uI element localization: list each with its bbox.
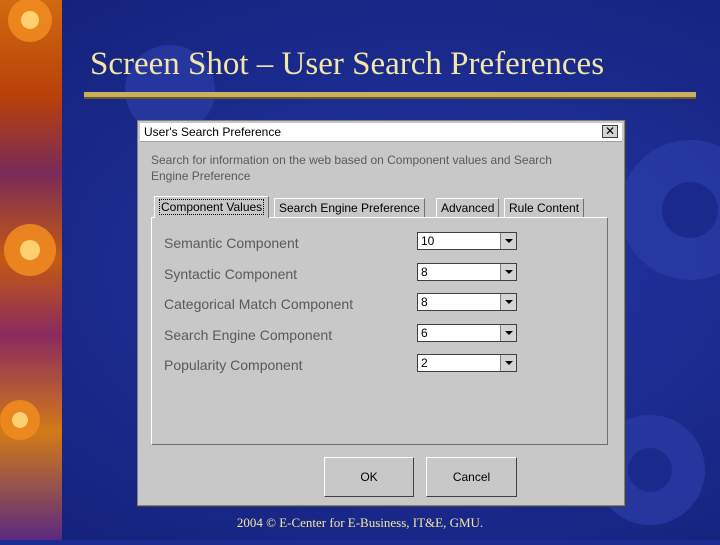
gear-strip bbox=[0, 0, 62, 540]
cancel-button[interactable]: Cancel bbox=[426, 457, 517, 497]
close-icon: ✕ bbox=[604, 124, 616, 138]
tab-advanced[interactable]: Advanced bbox=[436, 198, 500, 217]
syntactic-component-label: Syntactic Component bbox=[164, 266, 298, 282]
chevron-down-icon[interactable] bbox=[500, 325, 516, 341]
chevron-down-icon[interactable] bbox=[500, 233, 516, 249]
tab-label: Component Values bbox=[159, 199, 265, 215]
tab-component-values[interactable]: Component Values bbox=[154, 196, 270, 218]
search-engine-component-label: Search Engine Component bbox=[164, 327, 333, 343]
popularity-component-select[interactable]: 2 bbox=[417, 354, 517, 372]
chevron-down-icon[interactable] bbox=[500, 264, 516, 280]
select-value: 10 bbox=[421, 234, 435, 248]
select-value: 8 bbox=[421, 295, 428, 309]
semantic-component-label: Semantic Component bbox=[164, 235, 299, 251]
categorical-match-component-label: Categorical Match Component bbox=[164, 296, 354, 312]
tab-search-engine-preference[interactable]: Search Engine Preference bbox=[274, 198, 425, 217]
search-engine-component-select[interactable]: 6 bbox=[417, 324, 517, 342]
categorical-match-component-select[interactable]: 8 bbox=[417, 293, 517, 311]
tab-label: Rule Content bbox=[509, 201, 580, 215]
semantic-component-select[interactable]: 10 bbox=[417, 232, 517, 250]
popularity-component-label: Popularity Component bbox=[164, 357, 303, 373]
close-button[interactable]: ✕ bbox=[602, 125, 618, 138]
syntactic-component-select[interactable]: 8 bbox=[417, 263, 517, 281]
select-value: 8 bbox=[421, 265, 428, 279]
dialog-titlebar[interactable]: User's Search Preference ✕ bbox=[140, 123, 622, 142]
dialog-title: User's Search Preference bbox=[144, 125, 282, 139]
ok-button[interactable]: OK bbox=[324, 457, 414, 497]
chevron-down-icon[interactable] bbox=[500, 294, 516, 310]
slide-footer: 2004 © E-Center for E-Business, IT&E, GM… bbox=[236, 515, 484, 530]
select-value: 2 bbox=[421, 356, 428, 370]
tab-label: Search Engine Preference bbox=[279, 201, 420, 215]
tab-label: Advanced bbox=[441, 201, 495, 215]
dialog-description: Search for information on the web based … bbox=[151, 153, 552, 183]
chevron-down-icon[interactable] bbox=[500, 355, 516, 371]
title-rule-shadow bbox=[84, 97, 696, 99]
tab-rule-content[interactable]: Rule Content bbox=[504, 198, 585, 217]
slide-title: Screen Shot – User Search Preferences bbox=[90, 46, 605, 82]
component-values-panel: Semantic Component 10 Syntactic Componen… bbox=[151, 217, 608, 445]
search-preference-dialog: User's Search Preference ✕ Search for in… bbox=[137, 120, 625, 506]
select-value: 6 bbox=[421, 326, 428, 340]
gear-icon bbox=[0, 0, 56, 440]
